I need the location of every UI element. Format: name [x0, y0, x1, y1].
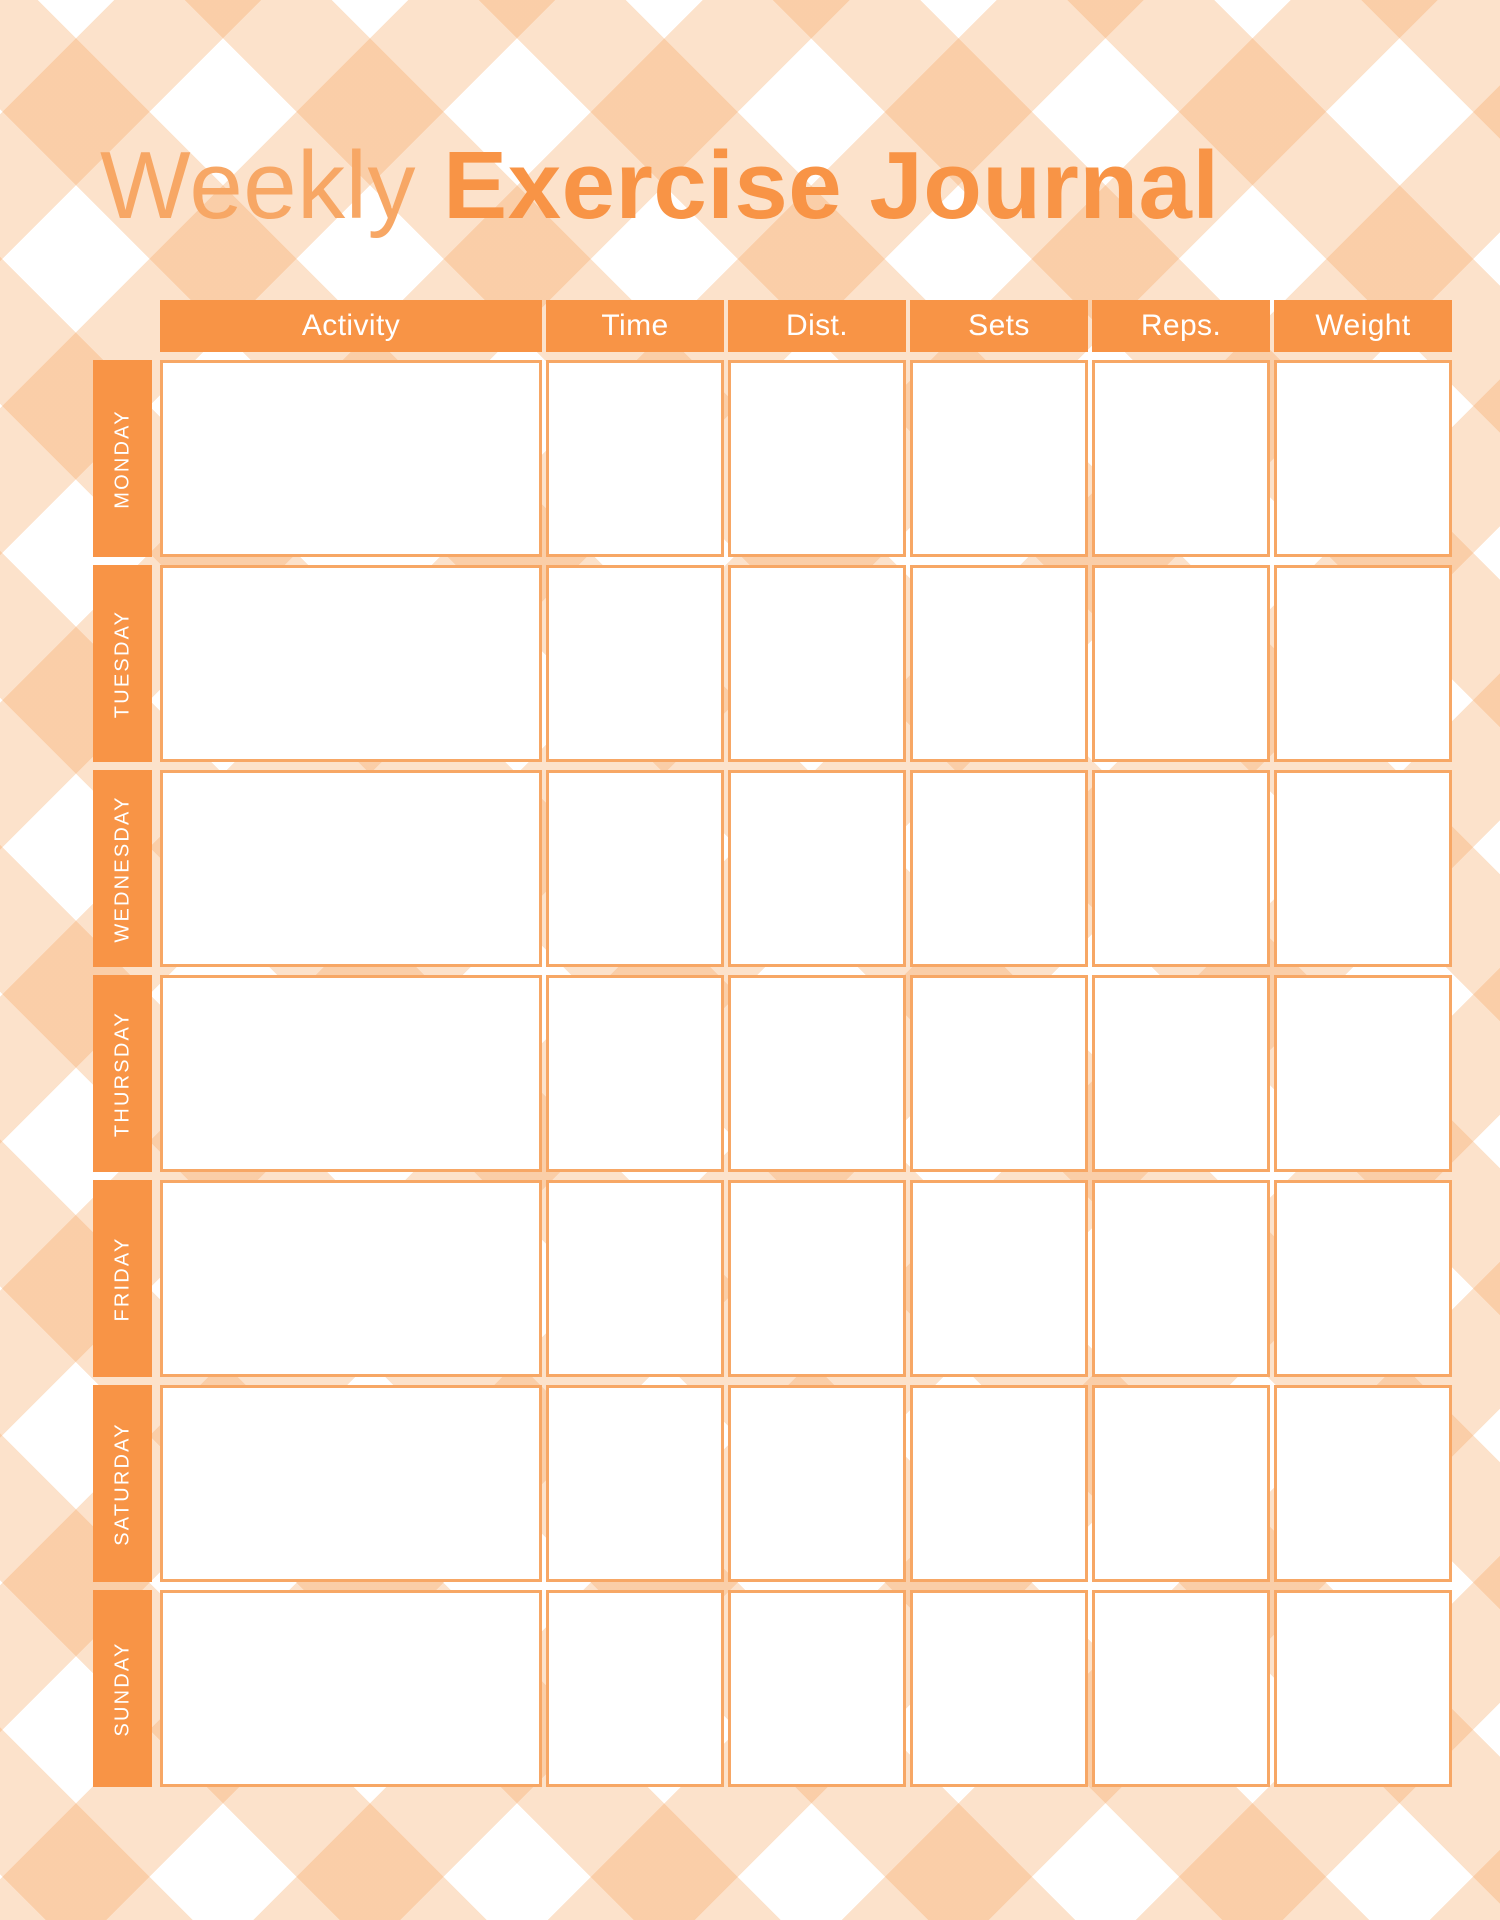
- day-tab-wednesday: WEDNESDAY: [93, 770, 152, 967]
- cell-saturday-reps[interactable]: [1092, 1385, 1270, 1582]
- cell-wednesday-activity[interactable]: [160, 770, 542, 967]
- row-cells: [160, 1590, 1453, 1787]
- page-canvas: Weekly Exercise Journal Activity Time Dist…: [0, 0, 1500, 1920]
- column-header-dist: Dist.: [728, 300, 906, 352]
- day-label: THURSDAY: [111, 1010, 133, 1137]
- table-body: MONDAY TUESDAY WEDNESDAY THURSDAY FRIDAY SATU…: [93, 360, 1453, 1787]
- cell-monday-dist[interactable]: [728, 360, 906, 557]
- column-header-activity: Activity: [160, 300, 542, 352]
- cell-tuesday-weight[interactable]: [1274, 565, 1452, 762]
- cell-sunday-sets[interactable]: [910, 1590, 1088, 1787]
- cell-sunday-activity[interactable]: [160, 1590, 542, 1787]
- cell-saturday-activity[interactable]: [160, 1385, 542, 1582]
- cell-monday-sets[interactable]: [910, 360, 1088, 557]
- cell-friday-dist[interactable]: [728, 1180, 906, 1377]
- page-title: Weekly Exercise Journal: [100, 135, 1220, 237]
- day-tab-thursday: THURSDAY: [93, 975, 152, 1172]
- row-cells: [160, 1180, 1453, 1377]
- cell-sunday-weight[interactable]: [1274, 1590, 1452, 1787]
- row-cells: [160, 565, 1453, 762]
- cell-friday-weight[interactable]: [1274, 1180, 1452, 1377]
- cell-wednesday-dist[interactable]: [728, 770, 906, 967]
- cell-friday-activity[interactable]: [160, 1180, 542, 1377]
- cell-thursday-sets[interactable]: [910, 975, 1088, 1172]
- day-label: SATURDAY: [111, 1421, 133, 1546]
- cell-saturday-sets[interactable]: [910, 1385, 1088, 1582]
- table-row: MONDAY: [93, 360, 1453, 557]
- cell-wednesday-time[interactable]: [546, 770, 724, 967]
- cell-sunday-time[interactable]: [546, 1590, 724, 1787]
- cell-friday-sets[interactable]: [910, 1180, 1088, 1377]
- page-title-light: Weekly: [100, 132, 416, 240]
- table-row: THURSDAY: [93, 975, 1453, 1172]
- table-row: TUESDAY: [93, 565, 1453, 762]
- table-row: FRIDAY: [93, 1180, 1453, 1377]
- cell-tuesday-time[interactable]: [546, 565, 724, 762]
- cell-monday-reps[interactable]: [1092, 360, 1270, 557]
- day-label: FRIDAY: [111, 1235, 133, 1322]
- cell-wednesday-reps[interactable]: [1092, 770, 1270, 967]
- exercise-journal-table: Activity Time Dist. Sets Reps. Weight MONDAY T…: [93, 300, 1453, 1795]
- cell-tuesday-sets[interactable]: [910, 565, 1088, 762]
- page-title-bold: Exercise Journal: [443, 132, 1220, 240]
- column-header-reps: Reps.: [1092, 300, 1270, 352]
- day-tab-saturday: SATURDAY: [93, 1385, 152, 1582]
- day-label: WEDNESDAY: [111, 794, 133, 943]
- cell-monday-time[interactable]: [546, 360, 724, 557]
- table-header-row: Activity Time Dist. Sets Reps. Weight: [160, 300, 1453, 352]
- row-cells: [160, 1385, 1453, 1582]
- table-row: WEDNESDAY: [93, 770, 1453, 967]
- cell-sunday-reps[interactable]: [1092, 1590, 1270, 1787]
- cell-thursday-reps[interactable]: [1092, 975, 1270, 1172]
- day-tab-sunday: SUNDAY: [93, 1590, 152, 1787]
- cell-monday-activity[interactable]: [160, 360, 542, 557]
- cell-thursday-time[interactable]: [546, 975, 724, 1172]
- cell-saturday-time[interactable]: [546, 1385, 724, 1582]
- column-header-weight: Weight: [1274, 300, 1452, 352]
- cell-wednesday-sets[interactable]: [910, 770, 1088, 967]
- cell-friday-time[interactable]: [546, 1180, 724, 1377]
- cell-tuesday-reps[interactable]: [1092, 565, 1270, 762]
- cell-thursday-weight[interactable]: [1274, 975, 1452, 1172]
- cell-monday-weight[interactable]: [1274, 360, 1452, 557]
- day-tab-tuesday: TUESDAY: [93, 565, 152, 762]
- day-label: MONDAY: [111, 408, 133, 509]
- row-cells: [160, 770, 1453, 967]
- cell-thursday-activity[interactable]: [160, 975, 542, 1172]
- day-label: SUNDAY: [111, 1640, 133, 1737]
- cell-tuesday-activity[interactable]: [160, 565, 542, 762]
- row-cells: [160, 360, 1453, 557]
- cell-friday-reps[interactable]: [1092, 1180, 1270, 1377]
- cell-sunday-dist[interactable]: [728, 1590, 906, 1787]
- cell-saturday-weight[interactable]: [1274, 1385, 1452, 1582]
- cell-tuesday-dist[interactable]: [728, 565, 906, 762]
- column-header-sets: Sets: [910, 300, 1088, 352]
- row-cells: [160, 975, 1453, 1172]
- cell-thursday-dist[interactable]: [728, 975, 906, 1172]
- table-row: SUNDAY: [93, 1590, 1453, 1787]
- cell-wednesday-weight[interactable]: [1274, 770, 1452, 967]
- table-row: SATURDAY: [93, 1385, 1453, 1582]
- cell-saturday-dist[interactable]: [728, 1385, 906, 1582]
- day-tab-friday: FRIDAY: [93, 1180, 152, 1377]
- day-label: TUESDAY: [111, 609, 133, 718]
- column-header-time: Time: [546, 300, 724, 352]
- day-tab-monday: MONDAY: [93, 360, 152, 557]
